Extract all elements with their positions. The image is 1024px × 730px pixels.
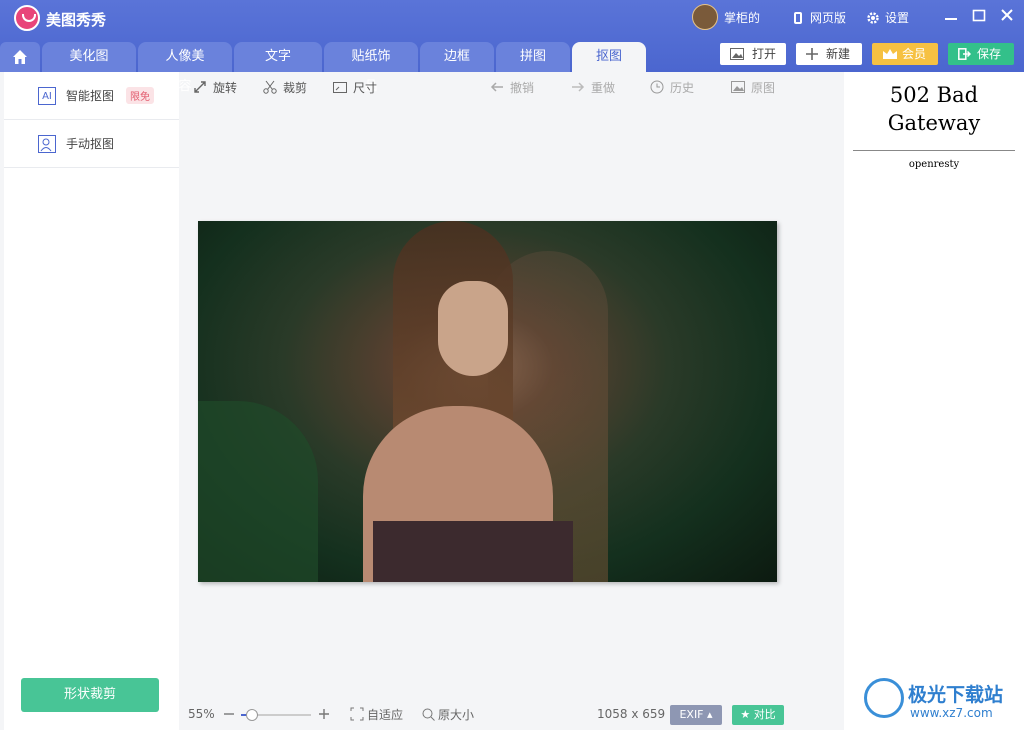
image-icon bbox=[730, 48, 744, 60]
save-button[interactable]: 保存 bbox=[948, 43, 1014, 65]
sidebar-item-label: 手动抠图 bbox=[66, 137, 115, 151]
tab-cutout[interactable]: 抠图 bbox=[572, 42, 646, 72]
redo-label: 重做 bbox=[591, 80, 616, 95]
photo-leaves bbox=[198, 401, 318, 582]
watermark-logo-icon bbox=[864, 678, 904, 718]
main-tabs: 美化图片 人像美容 文字 贴纸饰品 边框 拼图 抠图 bbox=[0, 42, 648, 94]
close-icon bbox=[1001, 9, 1013, 21]
cutout-sidebar: AI 智能抠图 限免 手动抠图 形状裁剪 bbox=[4, 72, 179, 730]
watermark-url: www.xz7.com bbox=[910, 706, 993, 720]
watermark-text: 极光下载站 bbox=[908, 684, 1004, 706]
crop-label: 裁剪 bbox=[283, 80, 308, 95]
fit-label: 自适应 bbox=[367, 707, 404, 722]
photo-dress bbox=[373, 521, 573, 582]
crop-tool[interactable]: 裁剪 bbox=[263, 78, 307, 96]
arrow-right-icon bbox=[572, 82, 585, 92]
rotate-tool[interactable]: 旋转 bbox=[193, 78, 237, 96]
redo-button[interactable]: 重做 bbox=[571, 78, 615, 96]
avatar bbox=[692, 4, 718, 30]
original-size-label: 原大小 bbox=[438, 707, 475, 722]
web-version-label: 网页版 bbox=[810, 11, 847, 25]
save-label: 保存 bbox=[977, 47, 1002, 61]
zoom-slider-handle[interactable] bbox=[245, 709, 258, 721]
crown-icon bbox=[883, 49, 897, 59]
compare-label: 对比 bbox=[753, 708, 776, 721]
vip-button[interactable]: 会员 bbox=[872, 43, 938, 65]
zoom-level: 55% bbox=[188, 707, 215, 721]
home-icon bbox=[13, 50, 27, 64]
open-label: 打开 bbox=[752, 47, 777, 61]
image-dimensions: 1058 x 659 bbox=[597, 707, 666, 721]
shape-crop-button[interactable]: 形状裁剪 bbox=[21, 678, 159, 712]
compare-button[interactable]: ★ 对比 bbox=[732, 705, 784, 725]
original-size-button[interactable]: 原大小 bbox=[422, 704, 474, 724]
vip-label: 会员 bbox=[902, 47, 927, 61]
tab-text[interactable]: 文字 bbox=[234, 42, 322, 72]
original-label: 原图 bbox=[751, 80, 776, 95]
sidebar-item-label: 智能抠图 bbox=[66, 89, 115, 103]
new-label: 新建 bbox=[826, 47, 851, 61]
size-tool[interactable]: 尺寸 bbox=[333, 78, 377, 96]
compare-icon: ★ bbox=[740, 708, 751, 721]
home-tab[interactable] bbox=[0, 42, 40, 72]
fit-icon bbox=[350, 707, 364, 721]
right-ad-panel: 502 Bad Gateway openresty 极光下载站 www.xz7.… bbox=[844, 72, 1024, 730]
phone-icon bbox=[794, 11, 802, 24]
size-label: 尺寸 bbox=[353, 80, 378, 95]
open-button[interactable]: 打开 bbox=[720, 43, 786, 65]
minimize-button[interactable] bbox=[938, 5, 964, 29]
settings-label: 设置 bbox=[885, 11, 910, 25]
maximize-icon bbox=[972, 9, 986, 22]
arrow-left-icon bbox=[490, 82, 503, 92]
original-button[interactable]: 原图 bbox=[731, 78, 775, 96]
tab-portrait[interactable]: 人像美容 bbox=[138, 42, 232, 94]
history-label: 历史 bbox=[670, 80, 695, 95]
scissors-icon bbox=[263, 80, 277, 94]
app-logo-icon bbox=[14, 5, 40, 31]
magnifier-icon bbox=[422, 708, 435, 721]
settings-button[interactable]: 设置 bbox=[866, 9, 909, 26]
ai-icon: AI bbox=[38, 86, 56, 105]
exif-button[interactable]: EXIF ▴ bbox=[670, 705, 722, 725]
image-icon bbox=[731, 81, 745, 93]
zoom-in-button[interactable] bbox=[319, 704, 329, 724]
sidebar-item-smart-cutout[interactable]: AI 智能抠图 限免 bbox=[4, 72, 179, 120]
resize-icon bbox=[333, 82, 347, 93]
user-account[interactable]: 掌柜的 bbox=[692, 4, 760, 30]
tab-border[interactable]: 边框 bbox=[420, 42, 494, 72]
error-server: openresty bbox=[908, 159, 960, 170]
free-badge: 限免 bbox=[126, 87, 155, 104]
tab-beautify[interactable]: 美化图片 bbox=[42, 42, 136, 94]
divider bbox=[853, 150, 1015, 151]
undo-button[interactable]: 撤销 bbox=[490, 78, 534, 96]
minus-icon bbox=[224, 713, 234, 715]
plus-icon bbox=[319, 709, 329, 719]
web-version-link[interactable]: 网页版 bbox=[794, 9, 846, 26]
photo-face bbox=[438, 281, 508, 376]
fit-button[interactable]: 自适应 bbox=[350, 704, 403, 724]
exif-label: EXIF bbox=[679, 708, 704, 721]
undo-label: 撤销 bbox=[510, 80, 535, 95]
tab-stickers[interactable]: 贴纸饰品 bbox=[324, 42, 418, 94]
gear-icon bbox=[867, 11, 879, 24]
title-bar: 美图秀秀 掌柜的 网页版 设置 美化图片 人像美容 文字 贴纸饰品 边框 拼图 bbox=[0, 0, 1024, 94]
maximize-button[interactable] bbox=[966, 5, 992, 29]
rotate-label: 旋转 bbox=[213, 80, 238, 95]
app-title: 美图秀秀 bbox=[46, 11, 107, 29]
minimize-icon bbox=[945, 18, 957, 20]
zoom-out-button[interactable] bbox=[224, 704, 234, 724]
user-name: 掌柜的 bbox=[724, 10, 761, 25]
sidebar-item-manual-cutout[interactable]: 手动抠图 bbox=[4, 120, 179, 168]
error-title: 502 Bad Gateway bbox=[887, 83, 981, 135]
portrait-icon bbox=[38, 134, 56, 153]
canvas-photo[interactable] bbox=[198, 221, 777, 582]
rotate-icon bbox=[194, 81, 206, 93]
tab-collage[interactable]: 拼图 bbox=[496, 42, 570, 72]
export-icon bbox=[958, 48, 971, 60]
clock-icon bbox=[650, 80, 664, 94]
close-button[interactable] bbox=[994, 5, 1020, 29]
new-button[interactable]: 新建 bbox=[796, 43, 862, 65]
history-button[interactable]: 历史 bbox=[650, 78, 694, 96]
plus-icon bbox=[806, 48, 818, 60]
